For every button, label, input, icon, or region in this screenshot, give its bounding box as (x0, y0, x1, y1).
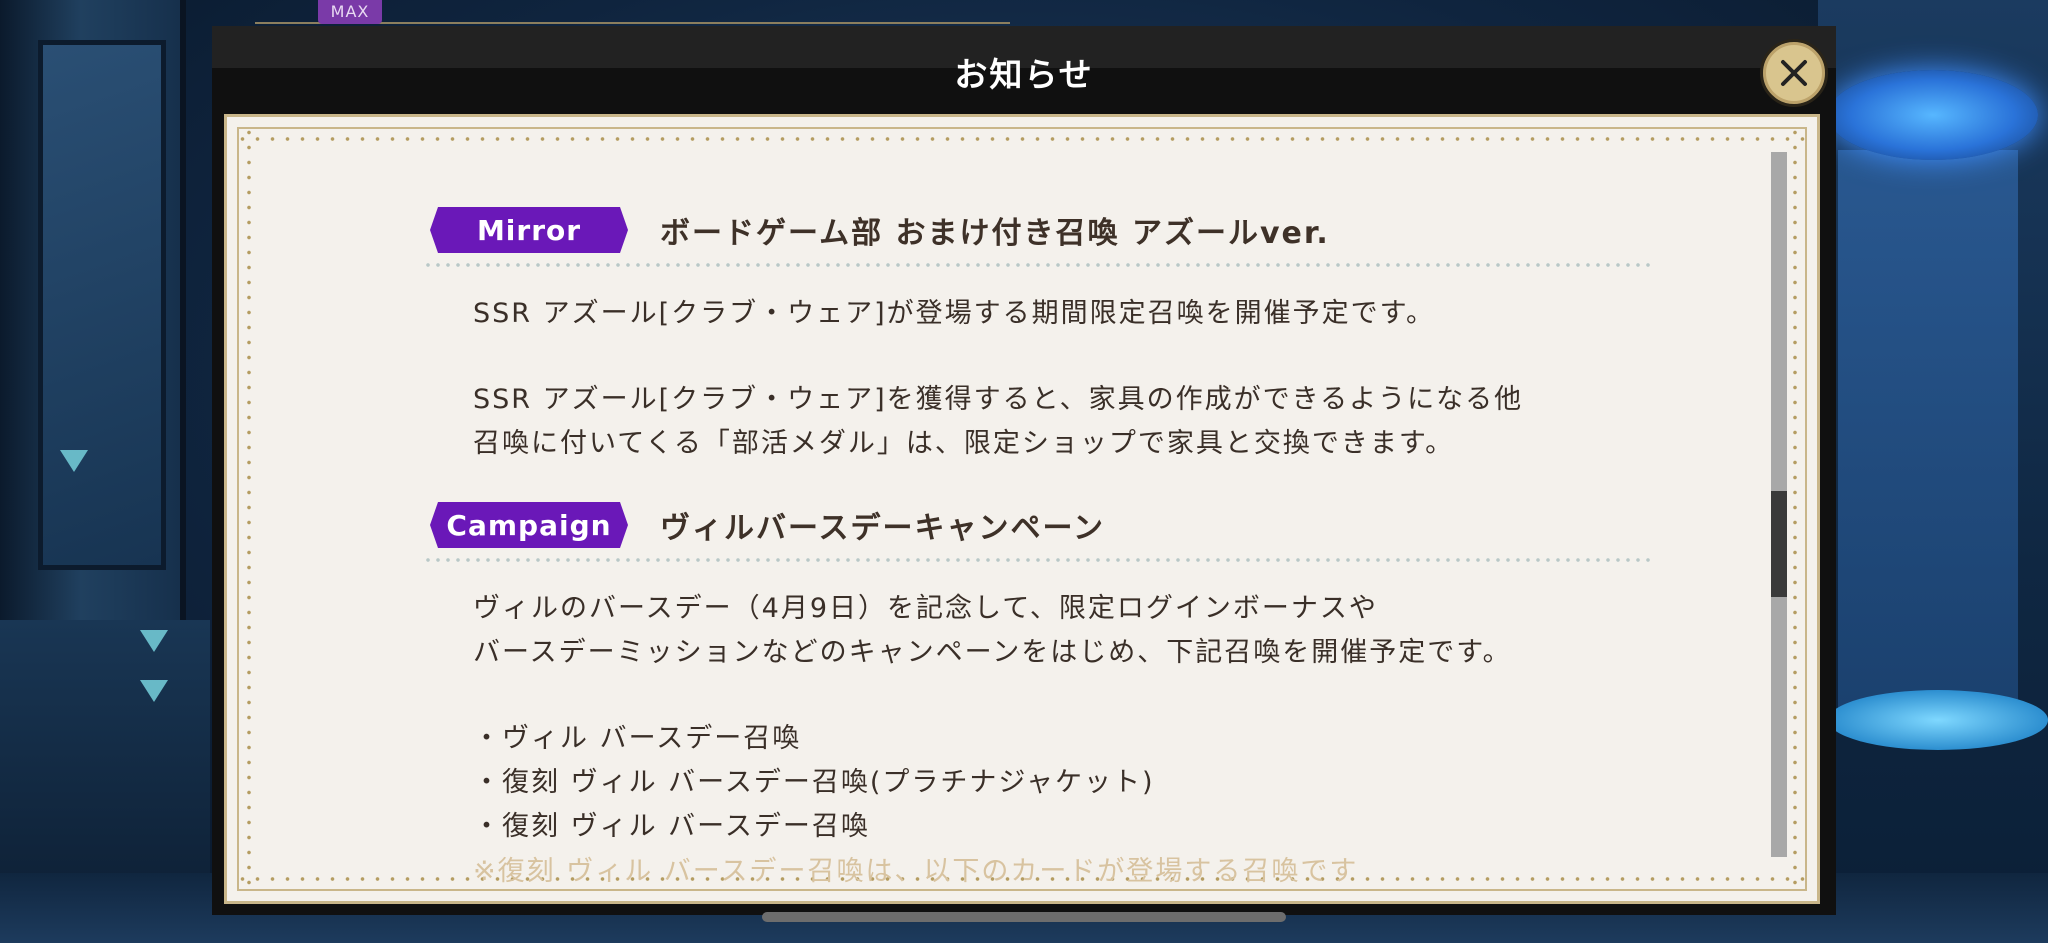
gem-ornament (60, 450, 88, 472)
scrollbar-thumb[interactable] (1771, 491, 1787, 597)
notice-text-line: ヴィルのバースデー（4月9日）を記念して、限定ログインボーナスや (473, 593, 1378, 624)
close-icon (1781, 60, 1807, 86)
wardrobe (0, 0, 186, 620)
section-divider (423, 558, 1655, 562)
notice-text-line: SSR アズール[クラブ・ウェア]が登場する期間限定召喚を開催予定です。 (473, 298, 1435, 329)
category-tag: Campaign (430, 502, 628, 548)
bullet-item: ・復刻 ヴィル バースデー召喚 (473, 811, 870, 842)
notice-content[interactable]: Mirror ボードゲーム部 おまけ付き召喚 アズールver. SSR アズール… (227, 117, 1817, 901)
bullet-item: ・ヴィル バースデー召喚 (473, 723, 802, 754)
section-header-mirror: Mirror ボードゲーム部 おまけ付き召喚 アズールver. (430, 207, 1330, 253)
wardrobe-door (38, 40, 166, 570)
notice-text-line: バースデーミッションなどのキャンペーンをはじめ、下記召喚を開催予定です。 (473, 637, 1512, 668)
glowing-pool (1828, 690, 2048, 750)
max-badge: MAX (318, 0, 382, 24)
section-title: ボードゲーム部 おまけ付き召喚 アズールver. (660, 216, 1330, 251)
section-header-campaign: Campaign ヴィルバースデーキャンペーン (430, 502, 1105, 548)
section-divider (423, 263, 1655, 267)
dialog-title: お知らせ (954, 55, 1094, 94)
category-tag: Mirror (430, 207, 628, 253)
notice-dialog: お知らせ Mirror ボードゲーム部 おまけ付き召喚 アズールver. SSR… (212, 26, 1836, 915)
home-indicator[interactable] (762, 912, 1286, 922)
notice-text-line: SSR アズール[クラブ・ウェア]を獲得すると、家具の作成ができるようになる他 (473, 384, 1524, 415)
bullet-item: ・復刻 ヴィル バースデー召喚(プラチナジャケット) (473, 767, 1155, 798)
portal-column (1838, 150, 2018, 710)
close-button[interactable] (1760, 39, 1828, 107)
scrollbar-track[interactable] (1771, 152, 1787, 857)
gem-ornament (140, 630, 168, 652)
notice-text-line: 召喚に付いてくる「部活メダル」は、限定ショップで家具と交換できます。 (473, 428, 1455, 459)
gem-ornament (140, 680, 168, 702)
section-title: ヴィルバースデーキャンペーン (660, 511, 1105, 546)
note-text: ※復刻 ヴィル バースデー召喚は、以下のカードが登場する召喚です (473, 856, 1359, 887)
dialog-header: お知らせ (212, 26, 1836, 114)
portal-glow (1828, 70, 2038, 160)
notice-panel: Mirror ボードゲーム部 おまけ付き召喚 アズールver. SSR アズール… (224, 114, 1820, 904)
